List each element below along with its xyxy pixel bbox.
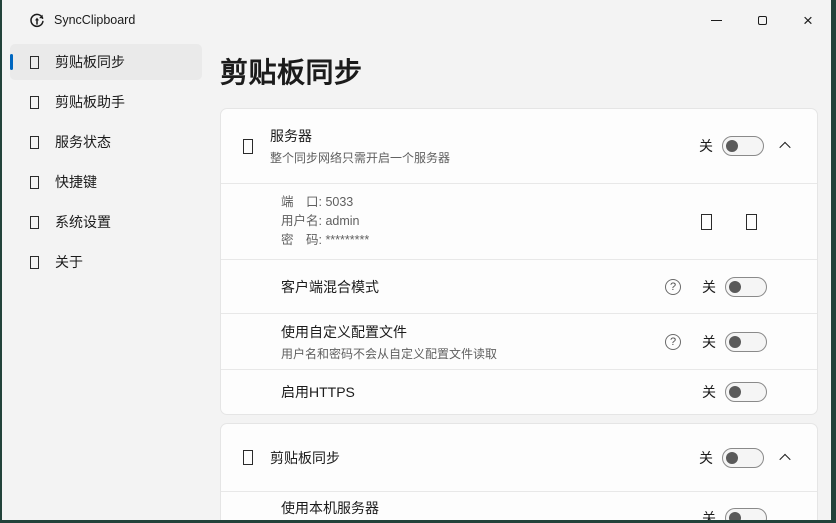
close-button[interactable]: × (785, 0, 831, 40)
chevron-up-icon (779, 453, 790, 464)
sidebar-item-clipboard-assistant[interactable]: 剪贴板助手 (10, 84, 202, 120)
server-card-subtitle: 整个同步网络只需开启一个服务器 (270, 149, 699, 166)
sidebar-item-service-status[interactable]: 服务状态 (10, 124, 202, 160)
app-logo-sync-icon (29, 12, 45, 28)
enable-https-label: 启用HTTPS (281, 382, 702, 402)
server-toggle[interactable] (722, 136, 764, 156)
placeholder-icon (701, 214, 712, 230)
client-mixed-mode-label: 客户端混合模式 (281, 277, 665, 297)
sidebar-item-system-settings[interactable]: 系统设置 (10, 204, 202, 240)
local-server-row: 使用本机服务器 本机服务器开启时，可免配置直接连接 关 (221, 491, 817, 520)
about-icon (30, 256, 39, 269)
hotkeys-icon (30, 176, 39, 189)
minimize-icon (711, 20, 722, 21)
enable-https-toggle[interactable] (725, 382, 767, 402)
server-collapse-button[interactable] (773, 133, 797, 159)
sidebar-item-hotkeys[interactable]: 快捷键 (10, 164, 202, 200)
app-title: SyncClipboard (54, 13, 135, 27)
server-port: 端 口: 5033 (281, 193, 697, 212)
toggle-state-label: 关 (702, 332, 716, 352)
client-mixed-mode-toggle[interactable] (725, 277, 767, 297)
desktop-background (831, 0, 836, 523)
server-detail-action-1-button[interactable] (697, 210, 716, 234)
maximize-icon (758, 16, 767, 25)
maximize-button[interactable] (739, 0, 785, 40)
custom-config-row: 使用自定义配置文件 用户名和密码不会从自定义配置文件读取 ? 关 (221, 313, 817, 369)
custom-config-label: 使用自定义配置文件 (281, 322, 665, 342)
chevron-up-icon (779, 142, 790, 153)
local-server-toggle[interactable] (725, 508, 767, 520)
sidebar-item-label: 服务状态 (55, 132, 111, 152)
sidebar-item-clipboard-sync[interactable]: 剪贴板同步 (10, 44, 202, 80)
server-username: 用户名: admin (281, 212, 697, 231)
close-icon: × (803, 12, 813, 29)
custom-config-toggle[interactable] (725, 332, 767, 352)
custom-config-subtitle: 用户名和密码不会从自定义配置文件读取 (281, 345, 665, 362)
window-controls: × (693, 0, 831, 40)
service-status-icon (30, 136, 39, 149)
clipboard-sync-collapse-button[interactable] (773, 445, 797, 471)
clipboard-sync-card: 剪贴板同步 关 使用本机服务器 本机服务器开启时，可免配置直接连接 关 (220, 423, 818, 520)
server-detail-action-2-button[interactable] (742, 210, 761, 234)
client-mixed-mode-row: 客户端混合模式 ? 关 (221, 259, 817, 313)
local-server-label: 使用本机服务器 (281, 498, 702, 518)
sidebar-item-label: 剪贴板同步 (55, 52, 125, 72)
clipboard-sync-card-icon (243, 450, 253, 465)
clipboard-sync-toggle-label: 关 (699, 448, 713, 468)
server-card-title: 服务器 (270, 126, 699, 146)
toggle-state-label: 关 (702, 277, 716, 297)
clipboard-sync-icon (30, 56, 39, 69)
server-card: 服务器 整个同步网络只需开启一个服务器 关 端 口: 5033 用户名: adm… (220, 108, 818, 415)
help-icon[interactable]: ? (665, 334, 681, 350)
sidebar-nav: 剪贴板同步 剪贴板助手 服务状态 快捷键 系统设置 (2, 40, 210, 520)
clipboard-sync-card-header[interactable]: 剪贴板同步 关 (221, 424, 817, 491)
system-settings-icon (30, 216, 39, 229)
sidebar-item-label: 快捷键 (55, 172, 97, 192)
server-card-header[interactable]: 服务器 整个同步网络只需开启一个服务器 关 (221, 109, 817, 183)
sidebar-item-about[interactable]: 关于 (10, 244, 202, 280)
selected-accent-bar (10, 54, 13, 70)
server-toggle-label: 关 (699, 136, 713, 156)
server-icon (243, 139, 253, 154)
sidebar-item-label: 剪贴板助手 (55, 92, 125, 112)
server-password: 密 码: ********* (281, 231, 697, 250)
server-details: 端 口: 5033 用户名: admin 密 码: ********* (221, 183, 817, 259)
toggle-state-label: 关 (702, 508, 716, 520)
app-window: SyncClipboard × 剪贴板同步 剪贴板助手 服务状态 (2, 0, 831, 520)
placeholder-icon (746, 214, 757, 230)
clipboard-assistant-icon (30, 96, 39, 109)
sidebar-item-label: 关于 (55, 252, 83, 272)
clipboard-sync-card-title: 剪贴板同步 (270, 448, 699, 468)
enable-https-row: 启用HTTPS 关 (221, 369, 817, 414)
main-content: 剪贴板同步 服务器 整个同步网络只需开启一个服务器 关 端 口: 5033 (210, 40, 831, 520)
toggle-state-label: 关 (702, 382, 716, 402)
titlebar: SyncClipboard × (2, 0, 831, 40)
page-title: 剪贴板同步 (220, 51, 818, 91)
minimize-button[interactable] (693, 0, 739, 40)
clipboard-sync-toggle[interactable] (722, 448, 764, 468)
sidebar-item-label: 系统设置 (55, 212, 111, 232)
help-icon[interactable]: ? (665, 279, 681, 295)
